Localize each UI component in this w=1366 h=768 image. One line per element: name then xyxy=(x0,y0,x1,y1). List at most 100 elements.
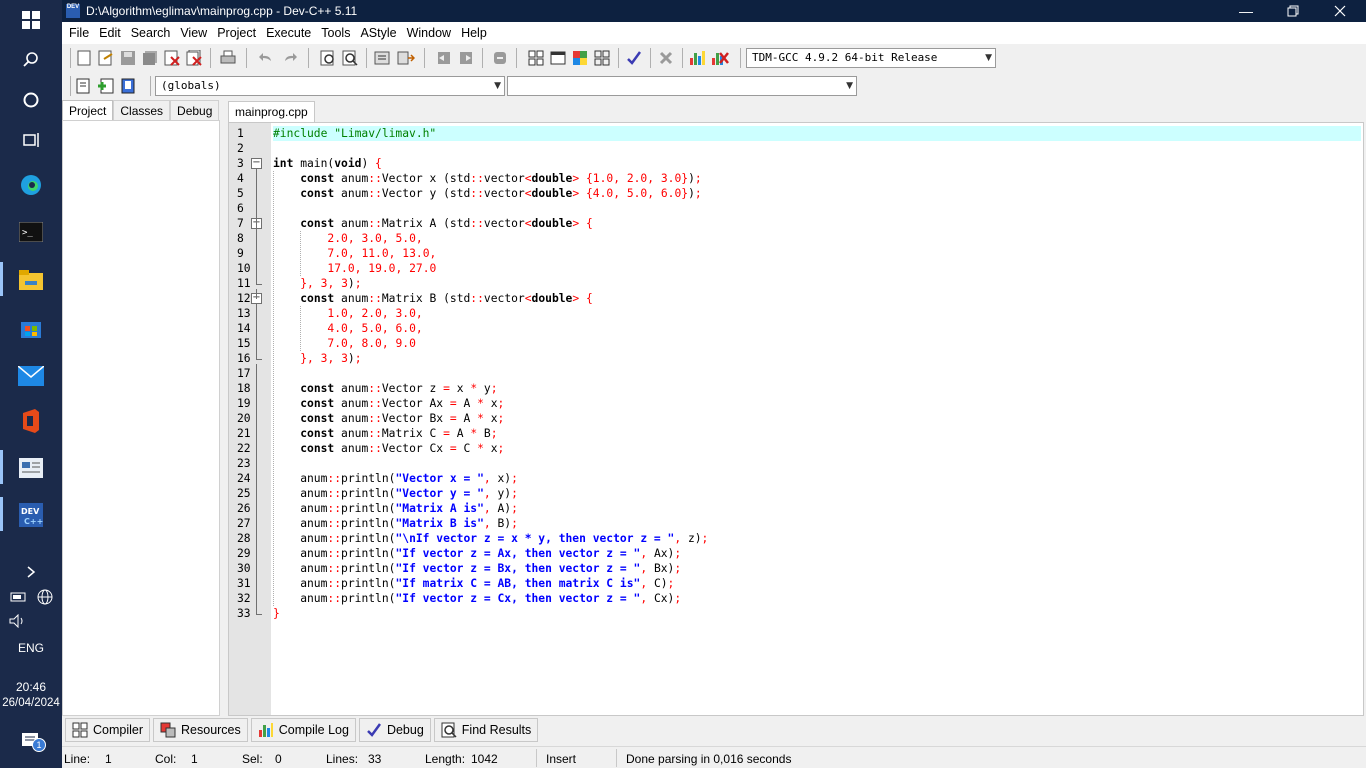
tile-windows-icon[interactable] xyxy=(592,48,612,68)
code-line[interactable]: 16 }, 3, 3); xyxy=(229,351,1363,366)
code-text[interactable]: #include "Limav/limav.h" xyxy=(273,126,1361,141)
code-text[interactable]: const anum::Matrix B (std::vector<double… xyxy=(273,291,593,306)
edge-browser-icon[interactable] xyxy=(14,170,48,200)
code-text[interactable]: anum::println("Vector x = ", x); xyxy=(273,471,518,486)
code-text[interactable]: const anum::Vector Bx = A * x; xyxy=(273,411,504,426)
code-line[interactable]: 10 17.0, 19.0, 27.0 xyxy=(229,261,1363,276)
code-line[interactable]: 25 anum::println("Vector y = ", y); xyxy=(229,486,1363,501)
check-syntax-icon[interactable] xyxy=(624,48,644,68)
code-text[interactable]: const anum::Matrix A (std::vector<double… xyxy=(273,216,593,231)
class-browser-icon[interactable] xyxy=(570,48,590,68)
code-text[interactable]: }, 3, 3); xyxy=(273,276,361,291)
menu-project[interactable]: Project xyxy=(212,22,261,44)
code-line[interactable]: 28 anum::println("\nIf vector z = x * y,… xyxy=(229,531,1363,546)
clock-date[interactable]: 26/04/2024 xyxy=(0,697,62,709)
cortana-icon[interactable] xyxy=(14,85,48,115)
menu-help[interactable]: Help xyxy=(456,22,492,44)
open-file-icon[interactable] xyxy=(96,48,116,68)
code-line[interactable]: 17 xyxy=(229,366,1363,381)
menu-tools[interactable]: Tools xyxy=(316,22,355,44)
tab-mainprog-cpp[interactable]: mainprog.cpp xyxy=(228,101,315,122)
find-icon[interactable] xyxy=(318,48,338,68)
code-line[interactable]: 1 #include "Limav/limav.h" xyxy=(229,126,1363,141)
tab-debug[interactable]: Debug xyxy=(170,100,220,120)
restore-button[interactable] xyxy=(1270,0,1316,22)
notifications-icon[interactable]: 1 xyxy=(14,726,48,756)
code-line[interactable]: 30 anum::println("If vector z = Bx, then… xyxy=(229,561,1363,576)
add-to-project-icon[interactable] xyxy=(96,76,116,96)
code-line[interactable]: 18 const anum::Vector z = x * y; xyxy=(229,381,1363,396)
news-app-icon[interactable] xyxy=(14,453,48,483)
code-text[interactable]: anum::println("If vector z = Ax, then ve… xyxy=(273,546,681,561)
close-all-icon[interactable] xyxy=(184,48,204,68)
code-line[interactable]: 4 const anum::Vector x (std::vector<doub… xyxy=(229,171,1363,186)
code-text[interactable]: 17.0, 19.0, 27.0 xyxy=(273,261,436,276)
code-line[interactable]: 20 const anum::Vector Bx = A * x; xyxy=(229,411,1363,426)
tab-debug-output[interactable]: Debug xyxy=(358,718,431,742)
menu-search[interactable]: Search xyxy=(126,22,176,44)
code-text[interactable]: const anum::Matrix C = A * B; xyxy=(273,426,497,441)
redo-icon[interactable] xyxy=(280,48,300,68)
function-select[interactable]: ▼ xyxy=(507,76,857,96)
project-options-icon[interactable] xyxy=(118,76,138,96)
office-icon[interactable] xyxy=(14,406,48,436)
undo-icon[interactable] xyxy=(256,48,276,68)
tab-project[interactable]: Project xyxy=(62,100,114,120)
menu-edit[interactable]: Edit xyxy=(94,22,126,44)
tab-find-results[interactable]: Find Results xyxy=(433,718,539,742)
code-line[interactable]: 7 const anum::Matrix A (std::vector<doub… xyxy=(229,216,1363,231)
menu-file[interactable]: File xyxy=(64,22,94,44)
code-text[interactable]: 7.0, 8.0, 9.0 xyxy=(273,336,415,351)
code-line[interactable]: 22 const anum::Vector Cx = C * x; xyxy=(229,441,1363,456)
task-view-icon[interactable] xyxy=(14,125,48,155)
search-icon[interactable] xyxy=(14,45,48,75)
profile-chart-icon[interactable] xyxy=(688,48,708,68)
tab-compile-log[interactable]: Compile Log xyxy=(250,718,356,742)
save-icon[interactable] xyxy=(118,48,138,68)
code-text[interactable]: anum::println("Matrix B is", B); xyxy=(273,516,518,531)
speaker-icon[interactable] xyxy=(6,606,30,636)
code-line[interactable]: 23 xyxy=(229,456,1363,471)
delete-profile-icon[interactable] xyxy=(710,48,730,68)
save-all-icon[interactable] xyxy=(140,48,160,68)
code-text[interactable]: const anum::Vector x (std::vector<double… xyxy=(273,171,701,186)
code-line[interactable]: 33} xyxy=(229,606,1363,621)
code-line[interactable]: 5 const anum::Vector y (std::vector<doub… xyxy=(229,186,1363,201)
code-line[interactable]: 11 }, 3, 3); xyxy=(229,276,1363,291)
code-editor[interactable]: −−− 1#include "Limav/limav.h"23int main(… xyxy=(228,122,1364,716)
tab-compiler[interactable]: Compiler xyxy=(65,718,151,742)
code-line[interactable]: 14 4.0, 5.0, 6.0, xyxy=(229,321,1363,336)
menu-view[interactable]: View xyxy=(175,22,212,44)
scope-select[interactable]: (globals) ▼ xyxy=(155,76,505,96)
code-text[interactable]: anum::println("Vector y = ", y); xyxy=(273,486,518,501)
indent-icon[interactable] xyxy=(434,48,454,68)
menu-window[interactable]: Window xyxy=(402,22,456,44)
new-file-icon[interactable] xyxy=(74,48,94,68)
code-line[interactable]: 8 2.0, 3.0, 5.0, xyxy=(229,231,1363,246)
code-text[interactable]: anum::println("Matrix A is", A); xyxy=(273,501,518,516)
mail-icon[interactable] xyxy=(14,361,48,391)
new-project-icon[interactable] xyxy=(526,48,546,68)
code-text[interactable]: const anum::Vector y (std::vector<double… xyxy=(273,186,701,201)
windows-start-icon[interactable] xyxy=(14,5,48,35)
code-line[interactable]: 26 anum::println("Matrix A is", A); xyxy=(229,501,1363,516)
code-text[interactable]: const anum::Vector z = x * y; xyxy=(273,381,497,396)
code-line[interactable]: 21 const anum::Matrix C = A * B; xyxy=(229,426,1363,441)
terminal-icon[interactable]: >_ xyxy=(14,217,48,247)
full-screen-icon[interactable] xyxy=(548,48,568,68)
project-tree[interactable] xyxy=(62,120,220,716)
network-globe-icon[interactable] xyxy=(34,582,56,612)
minimize-button[interactable]: — xyxy=(1223,0,1269,22)
code-text[interactable]: 7.0, 11.0, 13.0, xyxy=(273,246,436,261)
stop-execution-icon[interactable] xyxy=(656,48,676,68)
code-line[interactable]: 2 xyxy=(229,141,1363,156)
code-text[interactable]: anum::println("If matrix C = AB, then ma… xyxy=(273,576,674,591)
code-line[interactable]: 29 anum::println("If vector z = Ax, then… xyxy=(229,546,1363,561)
code-line[interactable]: 6 xyxy=(229,201,1363,216)
code-text[interactable]: 2.0, 3.0, 5.0, xyxy=(273,231,422,246)
code-text[interactable]: const anum::Vector Cx = C * x; xyxy=(273,441,504,456)
code-text[interactable]: anum::println("If vector z = Cx, then ve… xyxy=(273,591,681,606)
devcpp-taskbar-icon[interactable]: DEV C++ xyxy=(14,500,48,530)
code-line[interactable]: 31 anum::println("If matrix C = AB, then… xyxy=(229,576,1363,591)
code-line[interactable]: 24 anum::println("Vector x = ", x); xyxy=(229,471,1363,486)
